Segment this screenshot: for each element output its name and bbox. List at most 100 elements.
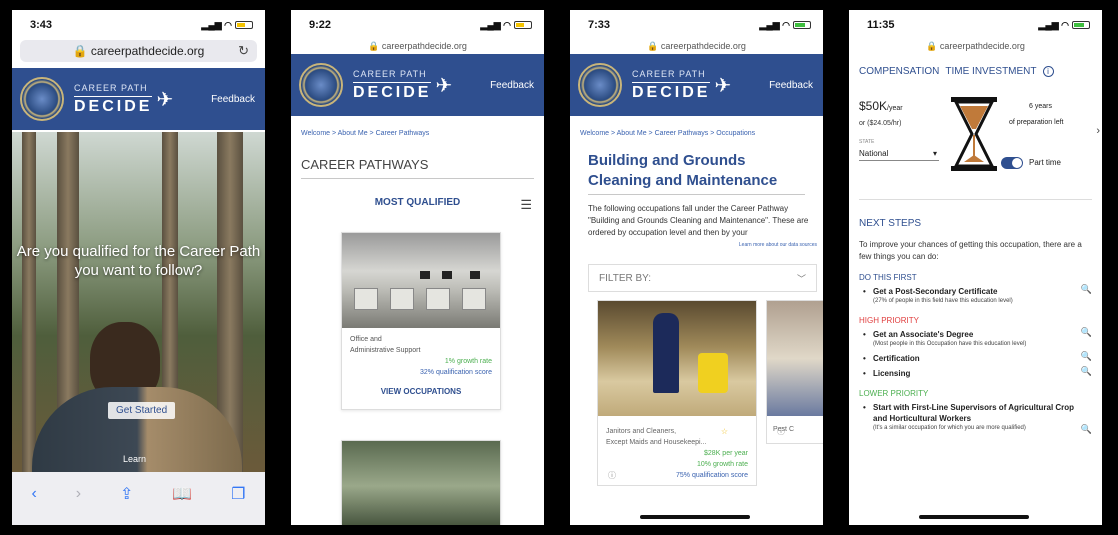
page-title: CAREER PATHWAYS bbox=[301, 157, 534, 179]
breadcrumb[interactable]: Welcome > About Me > Career Pathways bbox=[291, 116, 544, 137]
address-bar[interactable]: 🔒 careerpathdecide.org bbox=[849, 40, 1102, 54]
tab-compensation[interactable]: COMPENSATION bbox=[859, 66, 939, 77]
get-started-button[interactable]: Get Started bbox=[108, 402, 176, 419]
feedback-link[interactable]: Feedback bbox=[769, 80, 813, 91]
priority-high: HIGH PRIORITY bbox=[859, 316, 920, 325]
pest-control-image bbox=[767, 301, 823, 416]
filter-dropdown[interactable]: FILTER BY: ﹀ bbox=[588, 264, 817, 292]
search-icon[interactable]: 🔍 bbox=[1081, 351, 1092, 362]
part-time-toggle[interactable] bbox=[1001, 157, 1023, 169]
battery-icon bbox=[1072, 21, 1090, 29]
view-occupations-button[interactable]: VIEW OCCUPATIONS bbox=[350, 386, 492, 397]
info-icon[interactable]: ⓘ bbox=[777, 426, 785, 437]
back-icon[interactable]: ‹ bbox=[31, 485, 36, 503]
phone-occupations: 7:33 ▂▄▆ ◠ 🔒 careerpathdecide.org CAREER… bbox=[570, 10, 823, 525]
clock: 11:35 bbox=[867, 19, 895, 31]
reload-icon[interactable]: ↻ bbox=[238, 40, 249, 62]
status-bar: 3:43 ▂▄▆ ◠ bbox=[12, 10, 265, 40]
next-steps-intro: To improve your chances of getting this … bbox=[859, 240, 1082, 261]
step-item[interactable]: Start with First-Line Supervisors of Agr… bbox=[849, 398, 1102, 435]
card-body: ☆ Janitors and Cleaners, Except Maids an… bbox=[606, 426, 748, 481]
address-bar[interactable]: 🔒 careerpathdecide.org bbox=[291, 40, 544, 54]
pathway-description: The following occupations fall under the… bbox=[588, 204, 809, 237]
forward-icon[interactable]: › bbox=[76, 485, 81, 503]
occupation-card[interactable]: ☆ Janitors and Cleaners, Except Maids an… bbox=[597, 300, 757, 486]
data-sources-link[interactable]: Learn more about our data sources bbox=[570, 242, 823, 248]
logo[interactable]: CAREER PATH DECIDE bbox=[74, 83, 153, 115]
status-bar: 9:22 ▂▄▆ ◠ bbox=[291, 10, 544, 40]
pathway-card[interactable] bbox=[341, 440, 501, 525]
occupation-card[interactable]: Pest C ⓘ bbox=[766, 300, 823, 444]
battery-icon bbox=[235, 21, 253, 29]
share-icon[interactable]: ⇪ bbox=[120, 484, 133, 504]
address-bar[interactable]: 🔒 careerpathdecide.org bbox=[570, 40, 823, 54]
step-item[interactable]: Get an Associate's Degree(Most people in… bbox=[849, 325, 1102, 349]
site-header: CAREER PATH DECIDE ✈ Feedback bbox=[570, 54, 823, 116]
step-item[interactable]: Get a Post-Secondary Certificate(27% of … bbox=[849, 282, 1102, 306]
page-title: Building and Grounds Cleaning and Mainte… bbox=[588, 151, 805, 195]
sort-selector[interactable]: MOST QUALIFIED ☰ bbox=[291, 197, 544, 213]
state-select[interactable]: ▾ National bbox=[859, 149, 939, 161]
star-icon[interactable]: ☆ bbox=[721, 426, 728, 437]
search-icon[interactable]: 🔍 bbox=[1081, 366, 1092, 377]
step-item[interactable]: Licensing🔍 bbox=[849, 364, 1102, 379]
tabs-icon[interactable]: ❐ bbox=[231, 484, 245, 504]
search-icon[interactable]: 🔍 bbox=[1081, 327, 1092, 338]
site-header: CAREER PATH DECIDE ✈ Feedback bbox=[291, 54, 544, 116]
clock: 3:43 bbox=[30, 19, 53, 31]
signal-icons: ▂▄▆ ◠ bbox=[201, 20, 253, 31]
tab-time-investment[interactable]: TIME INVESTMENT bbox=[945, 66, 1036, 77]
feedback-link[interactable]: Feedback bbox=[211, 94, 255, 105]
search-icon[interactable]: 🔍 bbox=[1081, 424, 1092, 435]
growth-rate: 10% growth rate bbox=[697, 461, 748, 468]
phone-occupation-detail: 11:35 ▂▄▆ ◠ 🔒 careerpathdecide.org COMPE… bbox=[849, 10, 1102, 525]
learn-link[interactable]: Learn bbox=[123, 454, 146, 464]
info-icon[interactable]: ⓘ bbox=[608, 470, 616, 481]
office-image bbox=[342, 233, 500, 328]
home-indicator[interactable] bbox=[919, 515, 1029, 519]
chevron-down-icon: ▾ bbox=[932, 149, 937, 158]
chevron-right-icon[interactable]: › bbox=[1096, 125, 1100, 137]
info-icon[interactable]: i bbox=[1042, 66, 1054, 77]
hero-image: Are you qualified for the Career Path yo… bbox=[12, 132, 265, 472]
breadcrumb[interactable]: Welcome > About Me > Career Pathways > O… bbox=[570, 116, 823, 137]
hourly-rate: or ($24.05/hr) bbox=[859, 120, 902, 127]
qualification-score: 75% qualification score bbox=[676, 472, 748, 479]
url-text: careerpathdecide.org bbox=[90, 44, 205, 58]
clock: 7:33 bbox=[588, 19, 611, 31]
battery-icon bbox=[793, 21, 811, 29]
step-item[interactable]: Certification🔍 bbox=[849, 349, 1102, 364]
logo[interactable]: CAREER PATH DECIDE bbox=[353, 69, 432, 101]
jet-icon: ✈ bbox=[156, 88, 174, 111]
preparation-time: 6 years of preparation left bbox=[1009, 103, 1064, 126]
qualification-score: 32% qualification score bbox=[420, 369, 492, 376]
next-steps-heading: NEXT STEPS bbox=[859, 218, 922, 229]
part-time-label: Part time bbox=[1029, 158, 1062, 167]
signal-icons: ▂▄▆ ◠ bbox=[759, 20, 811, 31]
clock: 9:22 bbox=[309, 19, 332, 31]
pathway-card[interactable]: Office and Administrative Support 1% gro… bbox=[341, 232, 501, 410]
state-label: STATE bbox=[859, 139, 875, 145]
salary-value: $50K/year bbox=[859, 99, 903, 113]
phone-career-pathways: 9:22 ▂▄▆ ◠ 🔒 careerpathdecide.org CAREER… bbox=[291, 10, 544, 525]
janitor-image bbox=[598, 301, 756, 416]
hourglass-icon bbox=[951, 97, 997, 171]
feedback-link[interactable]: Feedback bbox=[490, 80, 534, 91]
logo[interactable]: CAREER PATH DECIDE bbox=[632, 69, 711, 101]
dod-seal-icon bbox=[578, 63, 622, 107]
dod-seal-icon bbox=[299, 63, 343, 107]
priority-do-first: DO THIS FIRST bbox=[859, 273, 917, 282]
browser-toolbar: ‹ › ⇪ 📖 ❐ bbox=[12, 472, 265, 525]
jet-icon: ✈ bbox=[714, 74, 732, 97]
search-icon[interactable]: 🔍 bbox=[1081, 284, 1092, 295]
phone-home: 3:43 ▂▄▆ ◠ 🔒 careerpathdecide.org ↻ CAREE… bbox=[12, 10, 265, 525]
signal-icons: ▂▄▆ ◠ bbox=[480, 20, 532, 31]
bookmarks-icon[interactable]: 📖 bbox=[172, 484, 192, 504]
compensation-panel: $50K/year or ($24.05/hr) STATE ▾ National… bbox=[849, 77, 1102, 197]
home-indicator[interactable] bbox=[640, 515, 750, 519]
address-bar[interactable]: 🔒 careerpathdecide.org ↻ bbox=[20, 40, 257, 62]
jet-icon: ✈ bbox=[435, 74, 453, 97]
detail-tabs: COMPENSATION TIME INVESTMENT i bbox=[849, 54, 1102, 77]
site-header: CAREER PATH DECIDE ✈ Feedback bbox=[12, 68, 265, 130]
menu-icon[interactable]: ☰ bbox=[520, 197, 532, 213]
